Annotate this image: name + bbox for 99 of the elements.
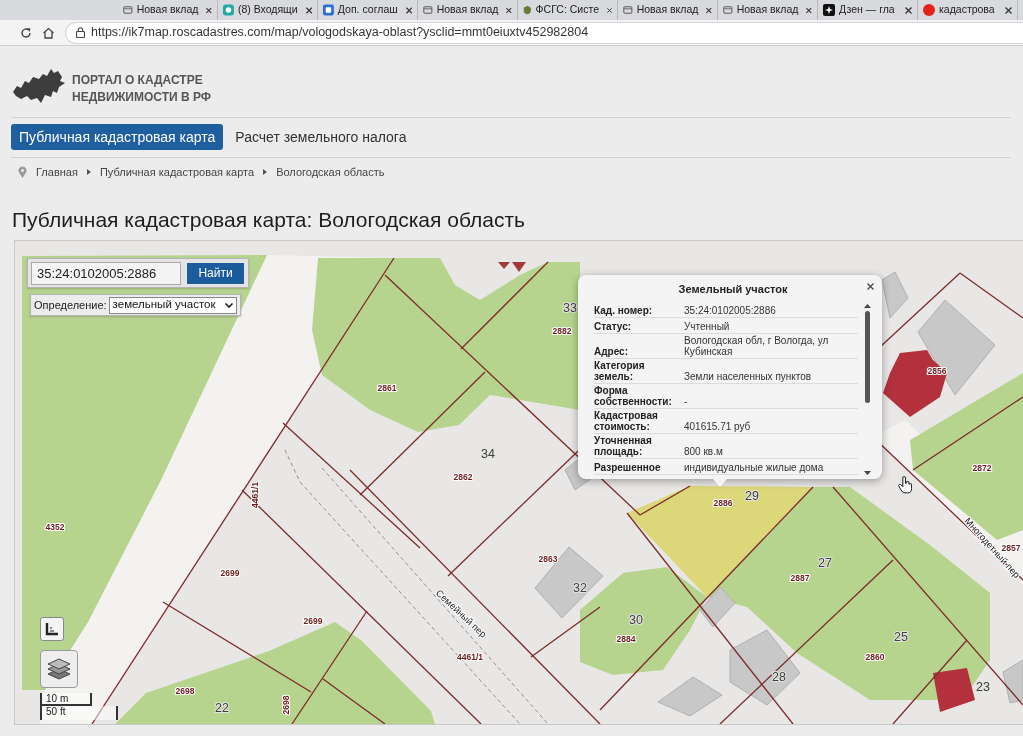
parcel-number: 2860 — [865, 652, 885, 662]
field-label: Категория земель: — [594, 360, 646, 382]
parcel-number: 2884 — [616, 634, 636, 644]
nav-tab[interactable]: Расчет земельного налога — [227, 124, 415, 150]
parcel-number: 4461/1 — [457, 652, 483, 662]
parcel-number: 2872 — [972, 463, 992, 473]
parcel-number: 2699 — [303, 616, 323, 626]
close-icon[interactable] — [506, 6, 512, 14]
parcel-number: 2882 — [552, 326, 572, 336]
field-label: Уточненная площадь: — [594, 435, 653, 457]
breadcrumb-current: Вологодская область — [276, 164, 385, 180]
parcel-number: 2862 — [453, 472, 473, 482]
field-label: Форма собственности: — [594, 385, 673, 407]
field-value: 401615.71 руб — [684, 421, 752, 432]
house-number: 22 — [215, 701, 229, 715]
map-marker-icon — [498, 262, 510, 269]
nav-tab[interactable]: Публичная кадастровая карта — [11, 124, 224, 150]
caret-icon — [225, 302, 234, 308]
house-number: 30 — [629, 613, 643, 627]
close-icon[interactable] — [1005, 6, 1012, 14]
circle-icon — [923, 4, 935, 16]
field-label: Адрес: — [594, 346, 629, 357]
field-label: Кад. номер: — [594, 305, 654, 316]
breadcrumb-link[interactable]: Публичная кадастровая карта — [99, 163, 255, 181]
parcel-number: 2698 — [175, 686, 195, 696]
field-value: 800 кв.м — [684, 446, 724, 457]
field-value: Земли населенных пунктов — [684, 371, 813, 382]
close-icon[interactable] — [867, 283, 874, 290]
logo-text: ПОРТАЛ О КАДАСТРЕ — [72, 72, 204, 89]
house-number: 29 — [745, 489, 759, 503]
definition-label: Определение: — [34, 297, 107, 313]
building — [657, 676, 723, 717]
scroll-up-icon[interactable] — [864, 304, 872, 308]
reload-icon[interactable] — [20, 26, 32, 39]
window-icon — [623, 4, 633, 16]
close-icon[interactable] — [905, 6, 912, 14]
close-icon[interactable] — [706, 6, 712, 14]
breadcrumb-caret-icon — [263, 169, 268, 175]
parcel-number: 2699 — [220, 568, 240, 578]
window-icon — [423, 4, 433, 16]
close-icon[interactable] — [305, 6, 312, 14]
location-pin-icon — [18, 166, 27, 178]
house-number: 25 — [894, 630, 908, 644]
field-label: Кадастровая стоимость: — [594, 410, 659, 432]
house-number: 28 — [772, 670, 786, 684]
field-value: индивидуальные жилые дома — [684, 462, 825, 473]
app-icon — [223, 4, 234, 16]
address-bar[interactable]: https://ik7map.roscadastres.com/map/vologodskaya-oblast?ysclid=mmt0eiuxtv452982804 — [65, 21, 1023, 44]
hand-cursor-icon — [898, 476, 912, 494]
field-value: 35:24:0102005:2886 — [684, 305, 777, 316]
logo-text: НЕДВИЖИМОСТИ В РФ — [72, 89, 212, 106]
close-icon[interactable] — [405, 6, 412, 14]
parcel-number: 2863 — [538, 554, 558, 564]
house-number: 32 — [573, 581, 587, 595]
scroll-down-icon[interactable] — [864, 471, 872, 475]
parcel-number: 2698 — [281, 695, 291, 715]
layers-button[interactable] — [40, 650, 78, 688]
parcel-number: 4461/1 — [250, 482, 260, 508]
ruler-corner-icon — [45, 622, 59, 636]
parcel-number: 2861 — [377, 383, 397, 393]
window-icon — [723, 4, 733, 16]
breadcrumb-link[interactable]: Главная — [36, 163, 78, 181]
parcel-number: 2856 — [927, 366, 947, 376]
scrollbar-thumb[interactable] — [865, 311, 871, 403]
close-icon[interactable] — [206, 6, 212, 14]
close-icon[interactable] — [607, 6, 612, 14]
definition-select[interactable]: земельный участок — [108, 296, 238, 314]
shield-icon — [523, 4, 532, 16]
map-silhouette-icon — [12, 68, 66, 104]
breadcrumb-caret-icon — [86, 169, 91, 175]
layers-icon — [47, 658, 71, 680]
field-value: Учтенный — [684, 321, 731, 332]
house-number: 23 — [976, 680, 990, 694]
search-field[interactable]: 35:24:0102005:2886 — [31, 261, 181, 285]
house-number: 34 — [481, 447, 495, 461]
lock-icon — [76, 27, 85, 38]
house-number: 33 — [563, 301, 577, 315]
parcel-number: 2886 — [713, 498, 733, 508]
parcel-number: 2887 — [790, 573, 810, 583]
house-number: 27 — [818, 556, 832, 570]
home-icon[interactable] — [42, 26, 55, 39]
parcel-number: 4352 — [45, 522, 65, 532]
measure-button[interactable] — [40, 617, 64, 641]
search-button[interactable]: Найти — [187, 262, 244, 284]
document-icon — [323, 4, 334, 16]
window-icon — [123, 4, 133, 16]
map-marker-icon — [512, 262, 526, 272]
popup-title: Земельный участок — [678, 282, 788, 297]
close-icon[interactable] — [806, 6, 812, 14]
star-icon — [823, 4, 835, 16]
scale-segment: 50 ft — [40, 706, 118, 720]
field-label: Статус: — [594, 321, 633, 332]
scale-segment: 10 m — [40, 693, 92, 706]
field-label: Разрешенное — [594, 462, 662, 473]
page-title: Публичная кадастровая карта: Вологодская область — [11, 207, 526, 233]
field-value: - — [684, 396, 689, 407]
url-text: https://ik7map.roscadastres.com/map/vologodskaya-oblast?ysclid=mmt0eiuxtv452982804 — [91, 24, 589, 42]
building — [933, 668, 975, 712]
field-value: Вологодская обл, г Вологда, ул Кубинская — [684, 335, 830, 357]
